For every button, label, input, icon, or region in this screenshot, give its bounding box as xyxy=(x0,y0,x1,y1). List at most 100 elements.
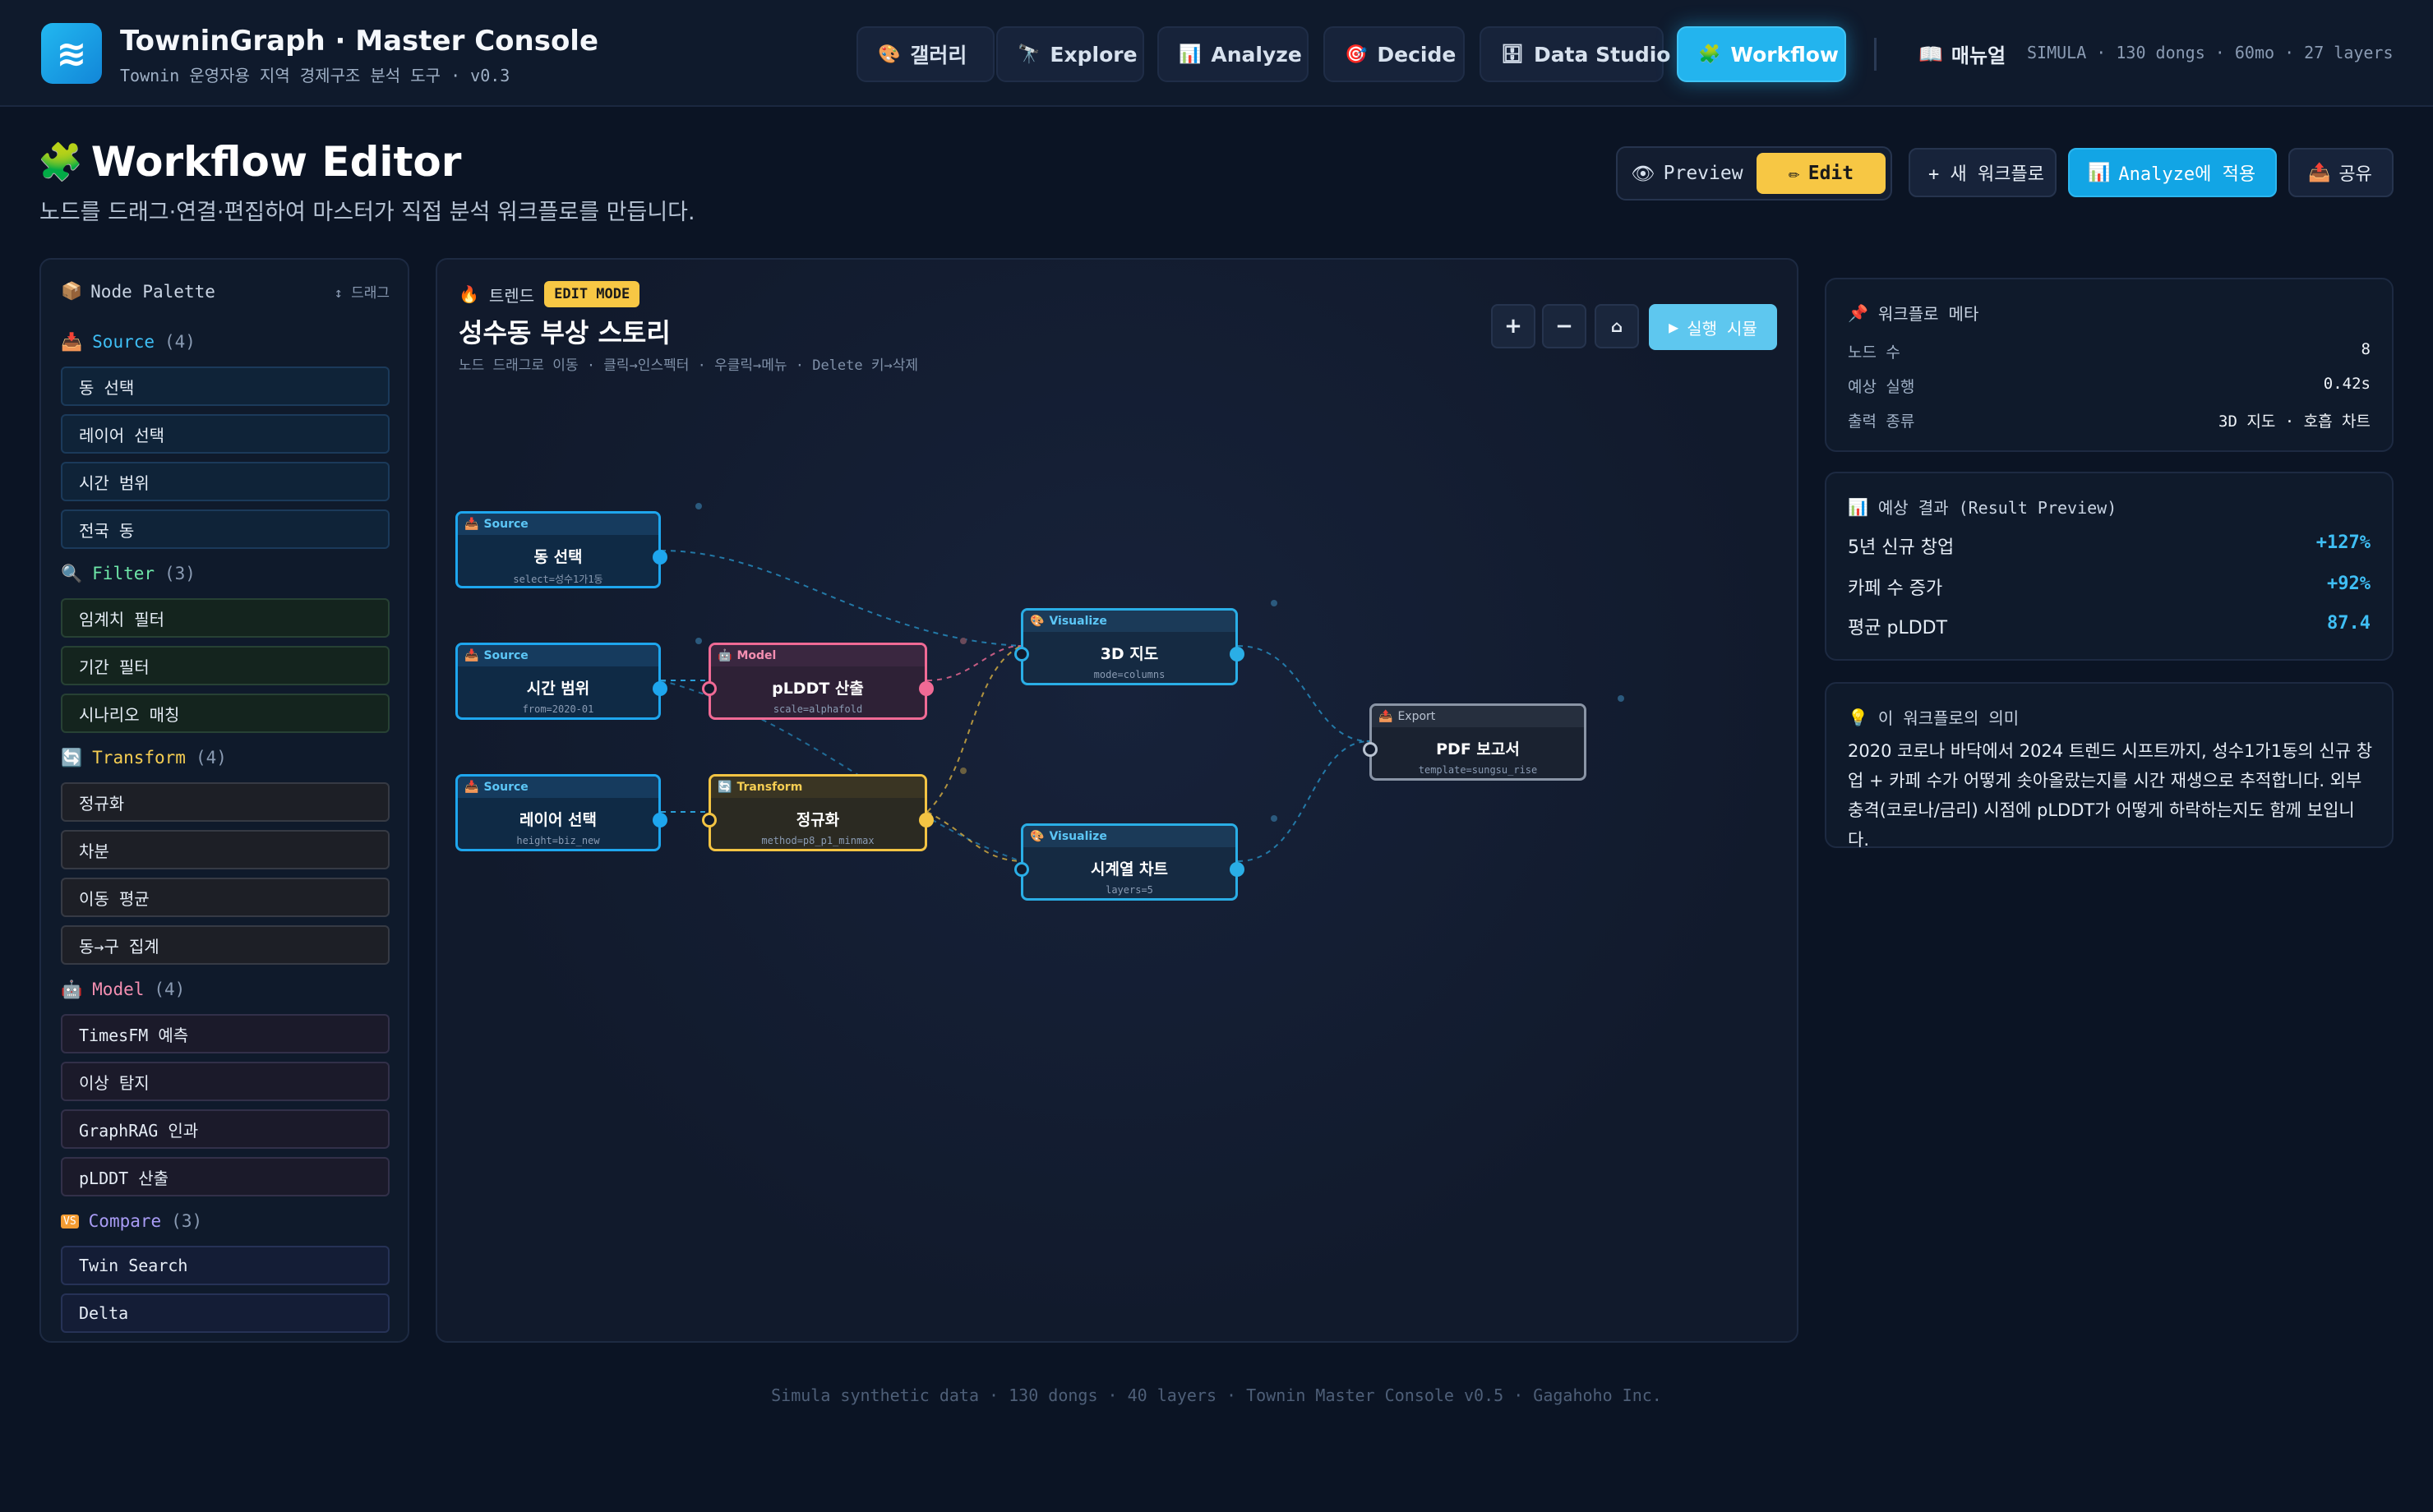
palette-item[interactable]: 동→구 집계 xyxy=(61,925,390,965)
output-port[interactable] xyxy=(919,681,934,696)
palette-item[interactable]: GraphRAG 인과 xyxy=(61,1109,390,1149)
node-source-time[interactable]: 📥 Source 시간 범위 from=2020-01 xyxy=(455,643,667,720)
node-palette: 📦 Node Palette ↕ 드래그 📥 Source (4) 동 선택 레… xyxy=(39,258,409,1343)
palette-item[interactable]: 동 선택 xyxy=(61,366,390,406)
robot-icon: 🤖 xyxy=(61,979,83,999)
edge-mdl-viz1 xyxy=(926,645,1022,681)
refresh-icon: 🔄 xyxy=(61,747,83,768)
flow-dot xyxy=(1271,815,1277,822)
workflow-canvas[interactable]: 🔥 트렌드 EDIT MODE 성수동 부상 스토리 노드 드래그로 이동 · … xyxy=(436,258,1798,1343)
palette-item[interactable]: 차분 xyxy=(61,830,390,869)
telescope-icon: 🔭 xyxy=(1018,44,1041,65)
puzzle-icon: 🧩 xyxy=(38,141,83,183)
palette-item[interactable]: Delta xyxy=(61,1293,390,1333)
puzzle-icon: 🧩 xyxy=(1698,44,1721,65)
mode-preview-button[interactable]: 👁 Preview xyxy=(1623,153,1752,194)
edge-trf-viz2 xyxy=(926,811,1022,862)
output-port[interactable] xyxy=(919,813,934,827)
palette-icon: 🎨 xyxy=(1030,830,1045,843)
nav-analyze[interactable]: 📊 Analyze xyxy=(1157,26,1309,82)
category-compare[interactable]: VS Compare (3) xyxy=(61,1205,390,1238)
robot-icon: 🤖 xyxy=(718,649,732,662)
target-icon: 🎯 xyxy=(1345,44,1368,65)
book-icon: 📖 xyxy=(1918,42,1943,66)
palette-item[interactable]: 이동 평균 xyxy=(61,878,390,917)
workflow-meaning-panel: 💡 이 워크플로의 의미 2020 코로나 바닥에서 2024 트렌드 시프트까… xyxy=(1825,682,2394,850)
node-source-layer[interactable]: 📥 Source 레이어 선택 height=biz_new xyxy=(455,774,667,851)
mode-edit-button[interactable]: ✏ Edit xyxy=(1757,153,1886,194)
palette-item[interactable] xyxy=(61,1341,390,1343)
versus-icon: VS xyxy=(61,1214,79,1228)
palette-item[interactable]: 이상 탐지 xyxy=(61,1062,390,1101)
pencil-icon: ✏ xyxy=(1788,163,1800,184)
database-icon: 🗄 xyxy=(1501,44,1524,65)
output-port[interactable] xyxy=(653,550,667,565)
flow-dot xyxy=(695,638,702,644)
palette-list: 📥 Source (4) 동 선택 레이어 선택 시간 범위 전국 동 🔍 Fi… xyxy=(61,317,390,1343)
footer: Simula synthetic data · 130 dongs · 40 l… xyxy=(771,1385,1662,1405)
nav-decide[interactable]: 🎯 Decide xyxy=(1323,26,1465,82)
inbox-icon: 📥 xyxy=(464,518,479,531)
output-port[interactable] xyxy=(653,681,667,696)
node-export-pdf[interactable]: 📤 Export PDF 보고서 template=sungsu_rise xyxy=(1363,703,1586,781)
flow-dot xyxy=(960,638,967,644)
palette-icon: 🎨 xyxy=(878,44,901,65)
category-transform[interactable]: 🔄 Transform (4) xyxy=(61,741,390,774)
output-port[interactable] xyxy=(1230,647,1244,662)
outbox-icon: 📤 xyxy=(1378,710,1393,723)
palette-item[interactable]: 레이어 선택 xyxy=(61,414,390,454)
palette-item[interactable]: 전국 동 xyxy=(61,509,390,549)
node-model-plddt[interactable]: 🤖 Model pLDDT 산출 scale=alphafold xyxy=(702,643,934,720)
palette-item[interactable]: 시간 범위 xyxy=(61,462,390,501)
inbox-icon: 📥 xyxy=(61,331,83,352)
palette-item[interactable]: TimesFM 예측 xyxy=(61,1014,390,1053)
nav-workflow[interactable]: 🧩 Workflow xyxy=(1677,26,1846,82)
node-visualize-3d-map[interactable]: 🎨 Visualize 3D 지도 mode=columns xyxy=(1014,608,1244,685)
apply-analyze-button[interactable]: 📊 Analyze에 적용 xyxy=(2068,148,2277,197)
node-transform-normalize[interactable]: 🔄 Transform 정규화 method=p8_p1_minmax xyxy=(702,774,934,851)
new-workflow-button[interactable]: + 새 워크플로 xyxy=(1909,148,2057,197)
nav-data-studio[interactable]: 🗄 Data Studio xyxy=(1480,26,1670,82)
top-bar: ≋ TowninGraph · Master Console Townin 운영… xyxy=(0,0,2433,107)
result-row: 카페 수 증가 +92% xyxy=(1848,574,2371,599)
input-port[interactable] xyxy=(1014,862,1029,877)
input-port[interactable] xyxy=(702,813,717,827)
palette-item[interactable]: Twin Search xyxy=(61,1246,390,1285)
nav-explore[interactable]: 🔭 Explore xyxy=(996,26,1144,82)
palette-icon: 🎨 xyxy=(1030,615,1045,628)
input-port[interactable] xyxy=(702,681,717,696)
app-subtitle: Townin 운영자용 지역 경제구조 분석 도구 · v0.3 xyxy=(120,66,510,85)
output-port[interactable] xyxy=(1230,862,1244,877)
palette-item[interactable]: 시나리오 매칭 xyxy=(61,694,390,733)
category-filter[interactable]: 🔍 Filter (3) xyxy=(61,557,390,590)
nav-divider xyxy=(1874,38,1877,71)
refresh-icon: 🔄 xyxy=(718,781,732,794)
share-tray-icon: 📤 xyxy=(2308,162,2331,183)
simulation-status: SIMULA · 130 dongs · 60mo · 27 layers xyxy=(2027,43,2394,62)
palette-drag-hint: ↕ 드래그 xyxy=(334,285,390,302)
category-model[interactable]: 🤖 Model (4) xyxy=(61,973,390,1006)
nav-gallery[interactable]: 🎨 갤러리 xyxy=(856,26,995,82)
magnifier-icon: 🔍 xyxy=(61,563,83,583)
palette-item[interactable]: 정규화 xyxy=(61,782,390,822)
edge-viz1-exp xyxy=(1237,645,1370,742)
category-source[interactable]: 📥 Source (4) xyxy=(61,325,390,358)
meta-row: 출력 종류 3D 지도 · 호흡 차트 xyxy=(1848,413,2371,431)
node-visualize-timeseries[interactable]: 🎨 Visualize 시계열 차트 layers=5 xyxy=(1014,823,1244,901)
share-button[interactable]: 📤 공유 xyxy=(2288,148,2394,197)
edge-src1-viz1 xyxy=(660,550,1022,647)
input-port[interactable] xyxy=(1014,647,1029,662)
palette-title: 📦 Node Palette xyxy=(61,281,215,302)
manual-link[interactable]: 📖 매뉴얼 xyxy=(1918,39,2006,68)
page-title: 🧩 Workflow Editor xyxy=(38,138,462,186)
node-source-dong[interactable]: 📥 Source 동 선택 select=성수1가1동 xyxy=(455,511,667,588)
output-port[interactable] xyxy=(653,813,667,827)
meta-row: 예상 실행 0.42s xyxy=(1848,375,2371,396)
flow-dot xyxy=(1271,600,1277,606)
package-icon: 📦 xyxy=(61,281,83,301)
palette-item[interactable]: pLDDT 산출 xyxy=(61,1157,390,1196)
meaning-text: 2020 코로나 바닥에서 2024 트렌드 시프트까지, 성수1가1동의 신규… xyxy=(1848,741,2373,850)
palette-item[interactable]: 임계치 필터 xyxy=(61,598,390,638)
palette-item[interactable]: 기간 필터 xyxy=(61,646,390,685)
input-port[interactable] xyxy=(1363,742,1378,757)
